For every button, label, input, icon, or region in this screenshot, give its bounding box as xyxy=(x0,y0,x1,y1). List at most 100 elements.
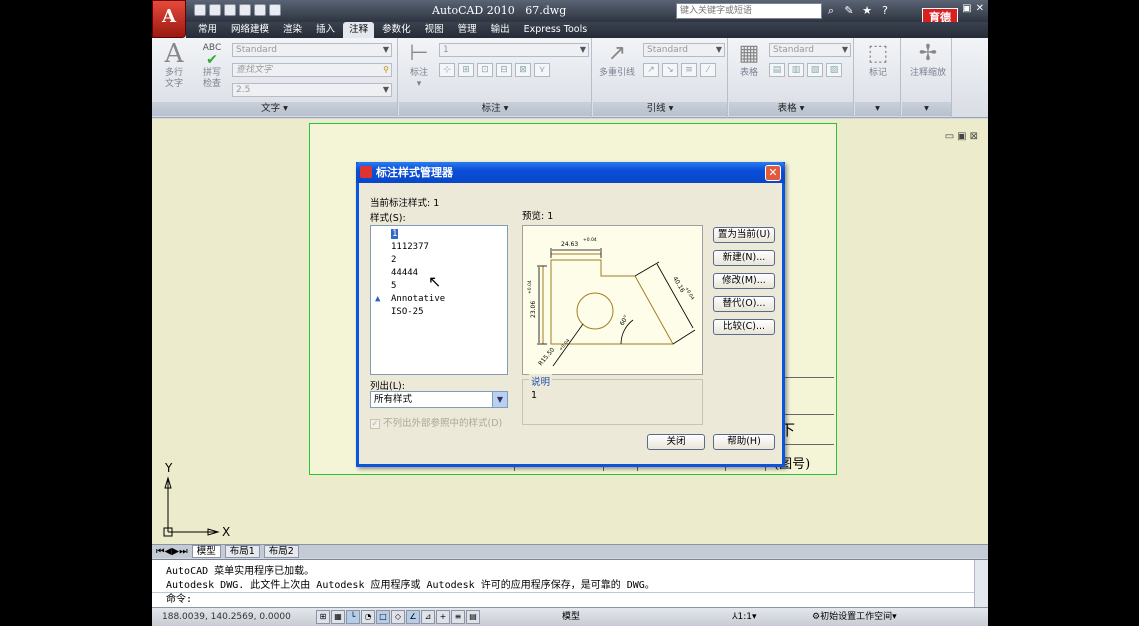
ducs-toggle[interactable]: ⊿ xyxy=(421,610,435,624)
open-file-icon[interactable] xyxy=(209,4,221,16)
tab-render[interactable]: 渲染 xyxy=(277,22,308,38)
align-leader-icon[interactable]: ≡ xyxy=(681,63,697,77)
redo-icon[interactable] xyxy=(254,4,266,16)
list-item[interactable]: 1112377 xyxy=(391,242,429,252)
table-style-select[interactable]: Standard ▼ xyxy=(769,43,851,57)
grid-toggle[interactable]: ▦ xyxy=(331,610,345,624)
list-filter-select[interactable]: 所有样式 ▼ xyxy=(370,391,508,408)
multileader-button[interactable]: ↗ 多重引线 xyxy=(595,42,639,79)
osnap-toggle[interactable]: □ xyxy=(376,610,390,624)
tab-annotate[interactable]: 注释 xyxy=(343,22,375,38)
styles-list[interactable]: 1 1112377 2 44444 5 ▲ Annotative ISO-25 xyxy=(370,225,508,375)
dimension-panel-title[interactable]: 标注 ▾ xyxy=(399,102,591,116)
list-item[interactable]: ISO-25 xyxy=(391,307,424,317)
leader-panel-title[interactable]: 引线 ▾ xyxy=(593,102,727,116)
annotation-scaling-button[interactable]: ✢ 注释缩放 xyxy=(906,42,950,79)
tab-layout1[interactable]: 布局1 xyxy=(224,545,260,558)
tab-model[interactable]: 模型 xyxy=(191,545,221,558)
find-text-input[interactable]: 查找文字 ⚲ xyxy=(232,63,392,77)
set-current-button[interactable]: 置为当前(U) xyxy=(713,227,775,243)
table-button[interactable]: ▦ 表格 xyxy=(731,42,767,79)
add-leader-icon[interactable]: ↗ xyxy=(643,63,659,77)
compare-style-button[interactable]: 比较(C)... xyxy=(713,319,775,335)
list-item[interactable]: 5 xyxy=(391,281,396,291)
override-style-button[interactable]: 替代(O)... xyxy=(713,296,775,312)
star-icon[interactable]: ★ xyxy=(860,4,874,18)
upload-icon[interactable]: ▨ xyxy=(826,63,842,77)
workspace-switch[interactable]: ⚙初始设置工作空间▾ xyxy=(812,608,897,626)
find-icon[interactable]: ⚲ xyxy=(383,64,389,76)
tab-express-tools[interactable]: Express Tools xyxy=(518,22,594,38)
spell-check-button[interactable]: ABC ✔ 拼写 检查 xyxy=(194,42,230,90)
list-item[interactable]: Annotative xyxy=(391,294,445,304)
dim-inspect-icon[interactable]: ⊠ xyxy=(515,63,531,77)
modify-style-button[interactable]: 修改(M)... xyxy=(713,273,775,289)
new-file-icon[interactable] xyxy=(194,4,206,16)
restore-icon[interactable]: ▣ xyxy=(962,3,971,14)
multiline-text-button[interactable]: A 多行 文字 xyxy=(156,41,192,90)
list-item[interactable]: 44444 xyxy=(391,268,418,278)
tab-layout2[interactable]: 布局2 xyxy=(263,545,299,558)
dim-continue-icon[interactable]: ⊞ xyxy=(458,63,474,77)
exclude-xref-checkbox[interactable]: ✓ 不列出外部参照中的样式(D) xyxy=(370,415,502,429)
tab-mesh-modeling[interactable]: 网络建模 xyxy=(225,22,275,38)
mleader-style-select[interactable]: Standard ▼ xyxy=(643,43,725,57)
undo-icon[interactable] xyxy=(239,4,251,16)
close-icon[interactable]: ⊠ xyxy=(970,131,978,142)
download-icon[interactable]: ▧ xyxy=(807,63,823,77)
close-icon[interactable]: ✕ xyxy=(976,3,984,14)
tab-output[interactable]: 输出 xyxy=(485,22,516,38)
dim-jog-icon[interactable]: ⋎ xyxy=(534,63,550,77)
dim-break-icon[interactable]: ⊡ xyxy=(477,63,493,77)
link-data-icon[interactable]: ▥ xyxy=(788,63,804,77)
model-space-label[interactable]: 模型 xyxy=(562,608,580,626)
tab-parametric[interactable]: 参数化 xyxy=(376,22,417,38)
dialog-close-button[interactable]: ✕ xyxy=(765,165,781,181)
annotation-scale[interactable]: ⅄1:1▾ xyxy=(732,608,757,626)
qp-toggle[interactable]: ▤ xyxy=(466,610,480,624)
minimize-icon[interactable]: ▭ xyxy=(945,131,954,142)
close-button[interactable]: 关闭 xyxy=(647,434,705,450)
dim-space-icon[interactable]: ⊟ xyxy=(496,63,512,77)
tab-manage[interactable]: 管理 xyxy=(452,22,483,38)
application-menu-button[interactable]: A xyxy=(152,0,186,38)
text-style-select[interactable]: Standard ▼ xyxy=(232,43,392,57)
help-button[interactable]: 帮助(H) xyxy=(713,434,775,450)
restore-icon[interactable]: ▣ xyxy=(957,131,966,142)
wrench-icon[interactable]: ✎ xyxy=(842,4,856,18)
help-icon[interactable]: ? xyxy=(878,4,892,18)
new-style-button[interactable]: 新建(N)... xyxy=(713,250,775,266)
3dosnap-toggle[interactable]: ◇ xyxy=(391,610,405,624)
dyn-toggle[interactable]: + xyxy=(436,610,450,624)
remove-leader-icon[interactable]: ↘ xyxy=(662,63,678,77)
list-item[interactable]: 2 xyxy=(391,255,396,265)
binoculars-icon[interactable]: ⌕ xyxy=(824,4,838,18)
ortho-toggle[interactable]: └ xyxy=(346,610,360,624)
tab-nav-icons[interactable]: ⏮◀▶⏭ xyxy=(156,546,188,557)
otrack-toggle[interactable]: ∠ xyxy=(406,610,420,624)
tab-insert[interactable]: 插入 xyxy=(310,22,341,38)
snap-toggle[interactable]: ⊞ xyxy=(316,610,330,624)
markup-panel-title[interactable]: ▾ xyxy=(855,102,900,116)
dimension-button[interactable]: ⊢ 标注 ▾ xyxy=(401,42,437,90)
extract-data-icon[interactable]: ▤ xyxy=(769,63,785,77)
print-icon[interactable] xyxy=(269,4,281,16)
dim-quick-icon[interactable]: ⊹ xyxy=(439,63,455,77)
markup-button[interactable]: ⬚ 标记 xyxy=(860,42,896,79)
text-panel-title[interactable]: 文字 ▾ xyxy=(152,102,397,116)
collect-leader-icon[interactable]: ⁄ xyxy=(700,63,716,77)
table-panel-title[interactable]: 表格 ▾ xyxy=(729,102,853,116)
chevron-down-icon[interactable]: ▼ xyxy=(492,392,507,407)
search-input[interactable]: 键入关键字或短语 xyxy=(676,3,822,19)
annotation-scaling-panel-title[interactable]: ▾ xyxy=(902,102,951,116)
command-scrollbar[interactable] xyxy=(974,560,988,608)
lwt-toggle[interactable]: ≡ xyxy=(451,610,465,624)
command-line-input[interactable]: 命令: xyxy=(152,592,974,607)
text-height-select[interactable]: 2.5 ▼ xyxy=(232,83,392,97)
polar-toggle[interactable]: ◔ xyxy=(361,610,375,624)
tab-view[interactable]: 视图 xyxy=(419,22,450,38)
tab-home[interactable]: 常用 xyxy=(192,22,223,38)
list-item[interactable]: 1 xyxy=(391,229,399,239)
dim-style-select[interactable]: 1 ▼ xyxy=(439,43,589,57)
save-icon[interactable] xyxy=(224,4,236,16)
